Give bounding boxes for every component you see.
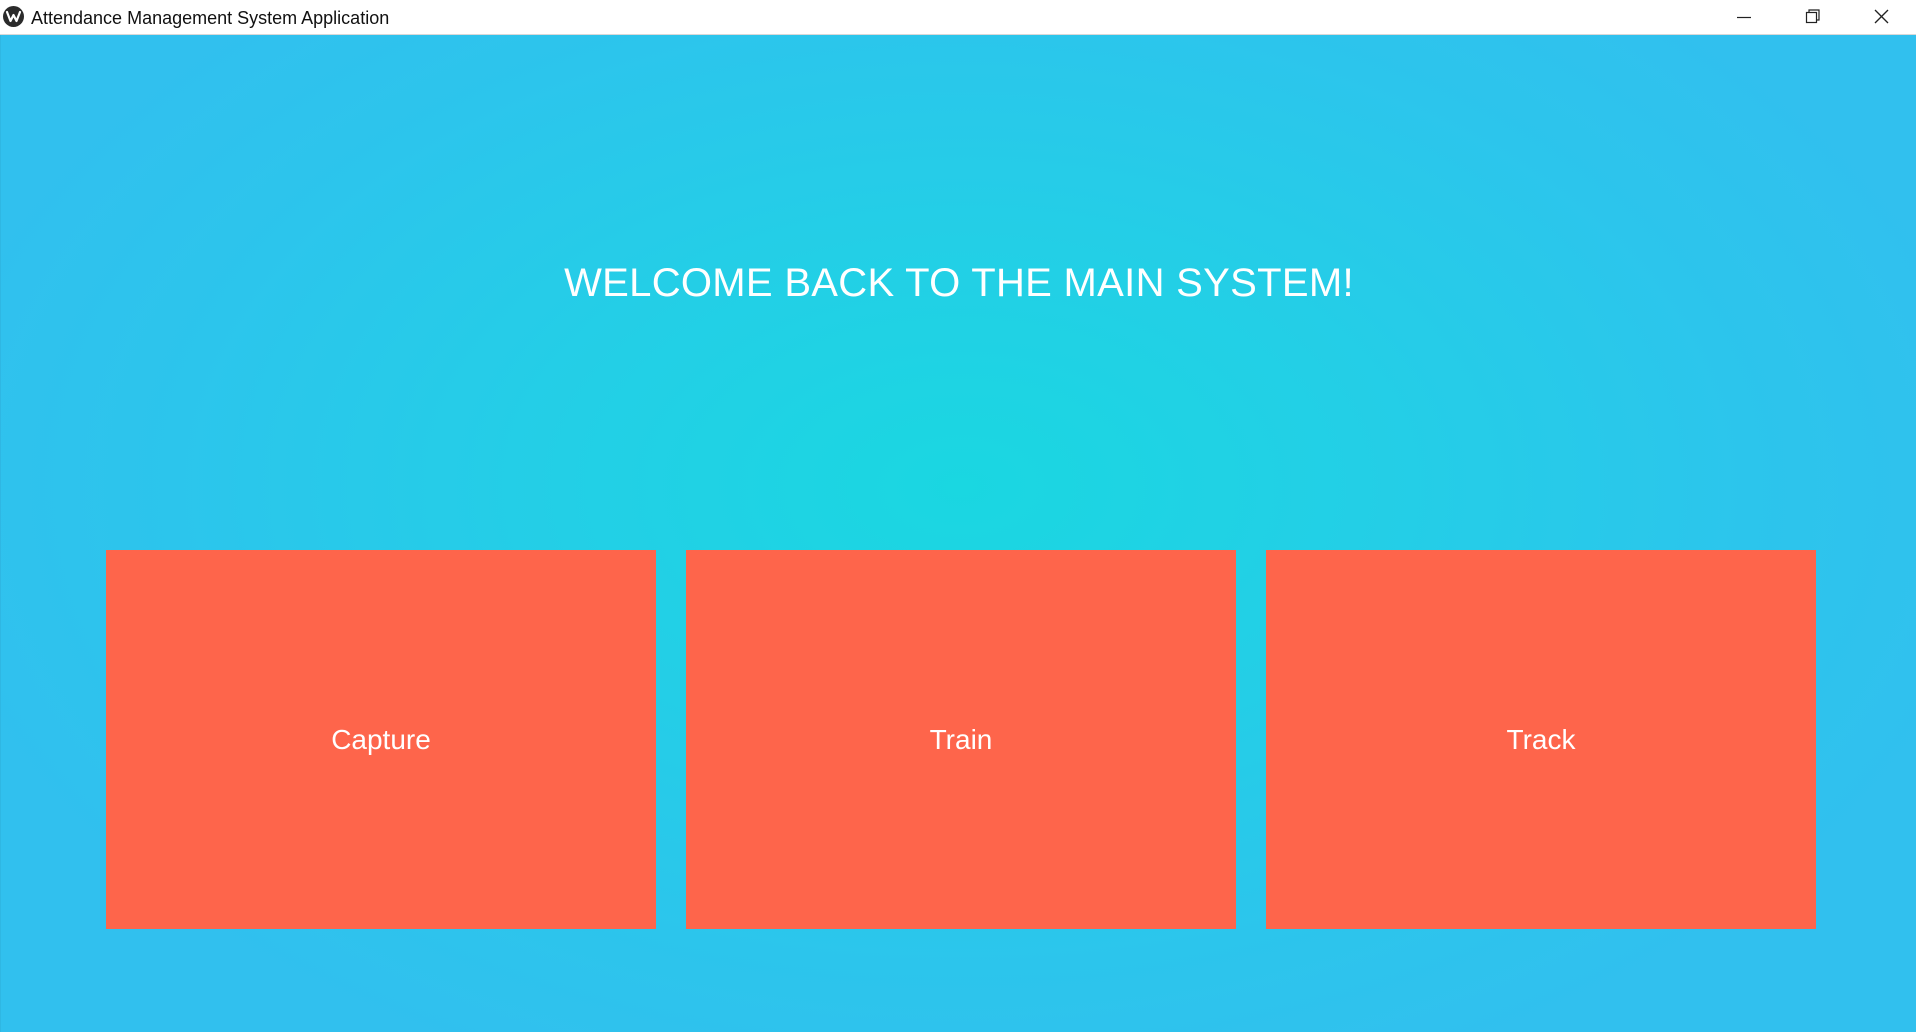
- restore-button[interactable]: [1778, 0, 1847, 34]
- train-button[interactable]: Train: [686, 550, 1236, 929]
- capture-button-label: Capture: [331, 723, 431, 755]
- capture-button[interactable]: Capture: [106, 550, 656, 929]
- title-bar[interactable]: Attendance Management System Application: [0, 0, 1916, 35]
- track-button[interactable]: Track: [1266, 550, 1816, 929]
- welcome-heading: WELCOME BACK TO THE MAIN SYSTEM!: [564, 261, 1354, 305]
- track-button-label: Track: [1506, 723, 1576, 755]
- minimize-icon: [1737, 16, 1751, 19]
- app-window: Attendance Management System Application…: [0, 0, 1916, 1032]
- main-screen: WELCOME BACK TO THE MAIN SYSTEM! Capture…: [0, 35, 1916, 1032]
- restore-icon: [1805, 9, 1820, 24]
- close-button[interactable]: [1847, 0, 1916, 34]
- close-icon: [1874, 9, 1889, 24]
- app-logo-icon: [3, 6, 24, 27]
- window-title: Attendance Management System Application: [31, 8, 390, 28]
- minimize-button[interactable]: [1709, 0, 1778, 34]
- train-button-label: Train: [929, 723, 993, 755]
